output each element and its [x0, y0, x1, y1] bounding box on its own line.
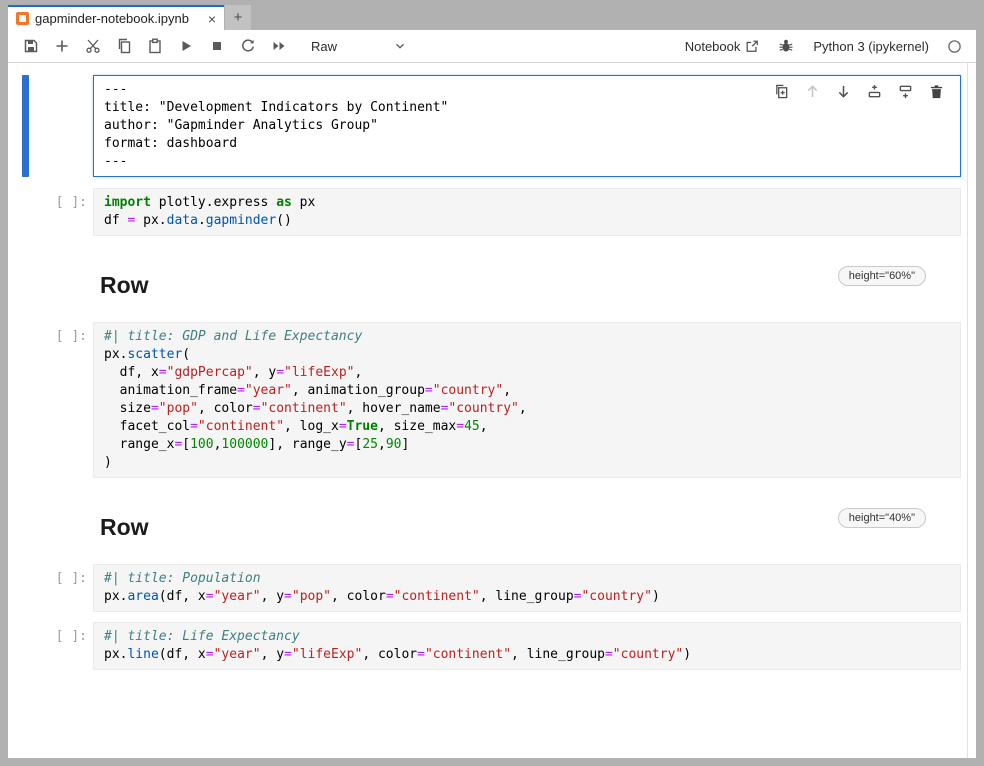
height-badge: height="40%" [838, 508, 926, 528]
code-cell-scatter: [ ]: #| title: GDP and Life Expectancypx… [8, 322, 967, 478]
height-badge: height="60%" [838, 266, 926, 286]
raw-cell-frontmatter: ---title: "Development Indicators by Con… [8, 75, 967, 177]
markdown-row-section-1[interactable]: Row height="60%" [8, 262, 967, 320]
paste-cell-icon[interactable] [146, 37, 164, 55]
cell-prompt: [ ]: [8, 188, 93, 236]
notebook-toolbar: Raw Notebook Python 3 (ipykernel) [8, 30, 976, 63]
cell-prompt: [ ]: [8, 564, 93, 612]
code-cell-life-expectancy: [ ]: #| title: Life Expectancypx.line(df… [8, 622, 967, 670]
move-up-icon[interactable] [804, 83, 820, 99]
cell-toolbar [773, 83, 944, 99]
cell-type-value: Raw [311, 39, 337, 54]
duplicate-cell-icon[interactable] [773, 83, 789, 99]
save-icon[interactable] [22, 37, 40, 55]
code-cell-editor[interactable]: #| title: GDP and Life Expectancypx.scat… [93, 322, 961, 478]
row-heading: Row [100, 272, 149, 299]
restart-run-all-icon[interactable] [270, 37, 288, 55]
cell-prompt: [ ]: [8, 622, 93, 670]
add-cell-icon[interactable] [53, 37, 71, 55]
cell-type-dropdown[interactable]: Raw [311, 39, 407, 54]
cell-prompt [8, 75, 93, 177]
notebook-mode-button[interactable]: Notebook [685, 39, 760, 54]
close-tab-icon[interactable]: × [206, 12, 218, 26]
insert-above-icon[interactable] [866, 83, 882, 99]
debugger-bug-icon[interactable] [777, 37, 795, 55]
stop-icon[interactable] [208, 37, 226, 55]
copy-cell-icon[interactable] [115, 37, 133, 55]
notebook-mode-label: Notebook [685, 39, 741, 54]
notebook-tab[interactable]: gapminder-notebook.ipynb × [8, 5, 224, 30]
move-down-icon[interactable] [835, 83, 851, 99]
code-cell-population: [ ]: #| title: Populationpx.area(df, x="… [8, 564, 967, 612]
delete-cell-icon[interactable] [928, 83, 944, 99]
external-link-icon [745, 39, 759, 53]
notebook-content: ---title: "Development Indicators by Con… [8, 63, 976, 758]
row-heading: Row [100, 514, 149, 541]
kernel-status-icon [947, 39, 962, 54]
toolbar-right: Notebook Python 3 (ipykernel) [685, 37, 962, 55]
cut-cell-icon[interactable] [84, 37, 102, 55]
new-tab-button[interactable]: + [225, 5, 251, 30]
jupyterlab-window: gapminder-notebook.ipynb × + [8, 5, 976, 758]
code-cell-editor[interactable]: #| title: Life Expectancypx.line(df, x="… [93, 622, 961, 670]
notebook-panel: ---title: "Development Indicators by Con… [8, 63, 968, 758]
tab-bar: gapminder-notebook.ipynb × + [8, 5, 976, 30]
tab-title: gapminder-notebook.ipynb [35, 11, 206, 26]
raw-cell-editor[interactable]: ---title: "Development Indicators by Con… [93, 75, 961, 177]
code-cell-editor[interactable]: #| title: Populationpx.area(df, x="year"… [93, 564, 961, 612]
kernel-name[interactable]: Python 3 (ipykernel) [813, 39, 929, 54]
restart-kernel-icon[interactable] [239, 37, 257, 55]
active-cell-collapser[interactable] [22, 75, 29, 177]
run-icon[interactable] [177, 37, 195, 55]
code-cell-imports: [ ]: import plotly.express as pxdf = px.… [8, 188, 967, 236]
code-cell-editor[interactable]: import plotly.express as pxdf = px.data.… [93, 188, 961, 236]
cell-prompt: [ ]: [8, 322, 93, 478]
notebook-file-icon [16, 12, 29, 25]
markdown-row-section-2[interactable]: Row height="40%" [8, 504, 967, 562]
insert-below-icon[interactable] [897, 83, 913, 99]
chevron-down-icon [393, 39, 407, 53]
